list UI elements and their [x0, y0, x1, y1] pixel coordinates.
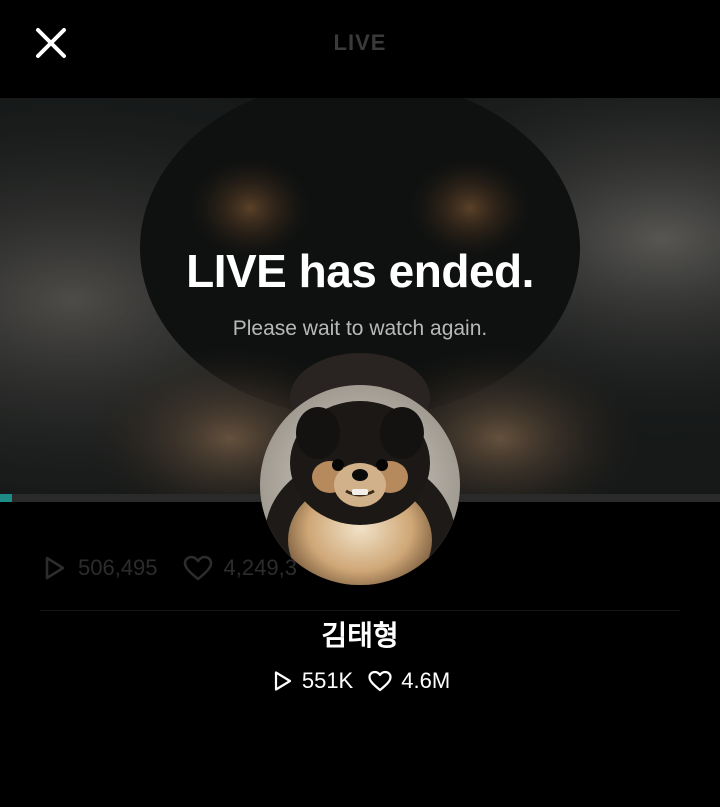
faded-like-count: 4,249,3	[223, 555, 297, 580]
top-bar: LIVE	[0, 0, 720, 98]
live-ended-screen: LIVE LIVE has ended. Please wait to watc…	[0, 0, 720, 807]
faded-stats-row: 506,495 4,249,3	[40, 550, 321, 586]
play-icon	[40, 554, 68, 582]
live-ended-subtitle: Please wait to watch again.	[232, 317, 488, 340]
page-title: LIVE	[333, 30, 387, 55]
divider	[40, 610, 680, 611]
faded-play-count: 506,495	[78, 555, 158, 580]
heart-icon	[182, 554, 214, 582]
channel-stats: 551K 4.6M	[0, 668, 720, 694]
live-ended-title: LIVE has ended.	[186, 245, 534, 297]
like-count: 4.6M	[401, 668, 451, 693]
play-count: 551K	[301, 668, 354, 693]
play-icon	[270, 669, 294, 693]
heart-icon	[367, 669, 393, 693]
dog-profile-image	[260, 385, 460, 585]
channel-avatar[interactable]	[260, 385, 460, 585]
progress-bar-fill	[0, 494, 13, 502]
channel-name: 김태형	[321, 620, 399, 651]
